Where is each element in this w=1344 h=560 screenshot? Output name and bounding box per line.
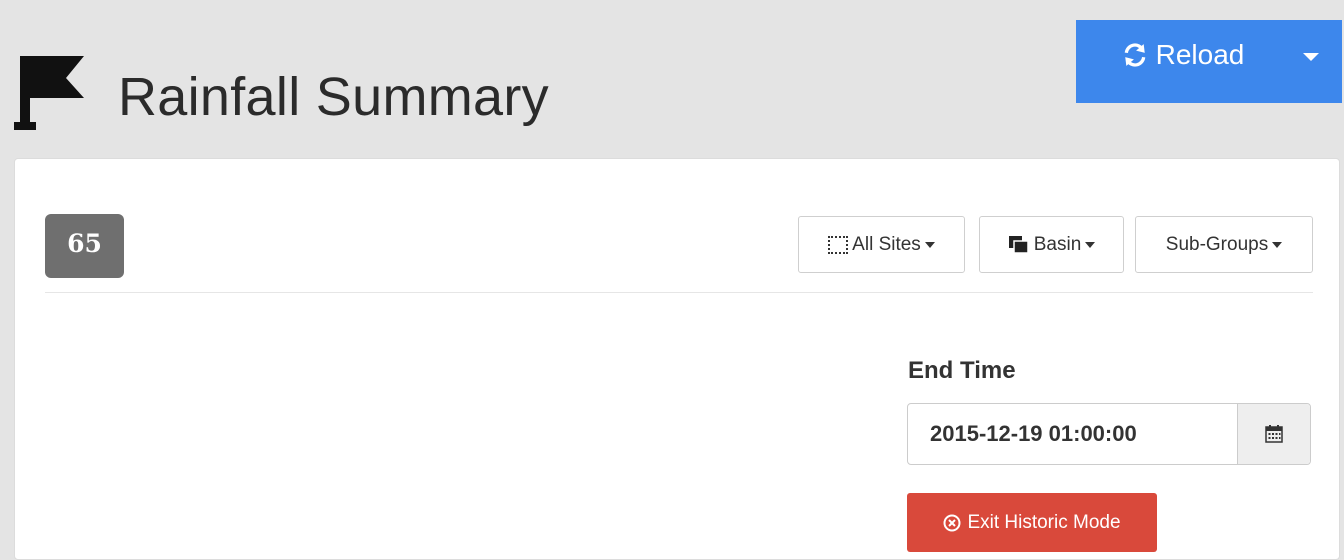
clone-icon <box>1008 235 1029 254</box>
page-title: Rainfall Summary <box>118 67 549 127</box>
calendar-icon <box>1265 425 1283 443</box>
reload-label: Reload <box>1155 38 1245 70</box>
all-sites-dropdown[interactable]: All Sites <box>798 216 965 273</box>
chevron-down-icon <box>1303 52 1319 61</box>
basin-dropdown[interactable]: Basin <box>979 216 1124 273</box>
selection-icon <box>828 235 849 254</box>
sub-groups-label: Sub-Groups <box>1165 233 1269 255</box>
exit-historic-mode-button[interactable]: Exit Historic Mode <box>907 493 1157 552</box>
all-sites-label: All Sites <box>852 233 921 255</box>
caret-down-icon <box>1085 241 1096 248</box>
refresh-icon <box>1124 42 1145 67</box>
end-time-field-group <box>907 403 1311 465</box>
close-circle-icon <box>943 514 961 531</box>
flag-icon <box>14 56 84 130</box>
end-time-label: End Time <box>908 357 1016 384</box>
caret-down-icon <box>1272 241 1283 248</box>
title-group: Rainfall Summary <box>14 48 549 138</box>
page-header: Rainfall Summary Reload <box>0 0 1344 160</box>
end-time-input[interactable] <box>908 404 1237 464</box>
sub-groups-dropdown[interactable]: Sub-Groups <box>1135 216 1313 273</box>
basin-label: Basin <box>1033 233 1082 255</box>
main-panel: 65 All Sites Basin Sub-Groups End Time 2… <box>14 158 1340 560</box>
divider <box>45 292 1313 293</box>
reload-button[interactable]: Reload <box>1076 13 1280 96</box>
exit-historic-mode-label: Exit Historic Mode <box>967 511 1121 533</box>
count-badge: 65 <box>45 214 124 278</box>
calendar-button[interactable] <box>1237 404 1310 464</box>
reload-dropdown-toggle[interactable] <box>1280 20 1342 103</box>
reload-button-group: Reload <box>1076 20 1342 103</box>
caret-down-icon <box>924 241 935 248</box>
